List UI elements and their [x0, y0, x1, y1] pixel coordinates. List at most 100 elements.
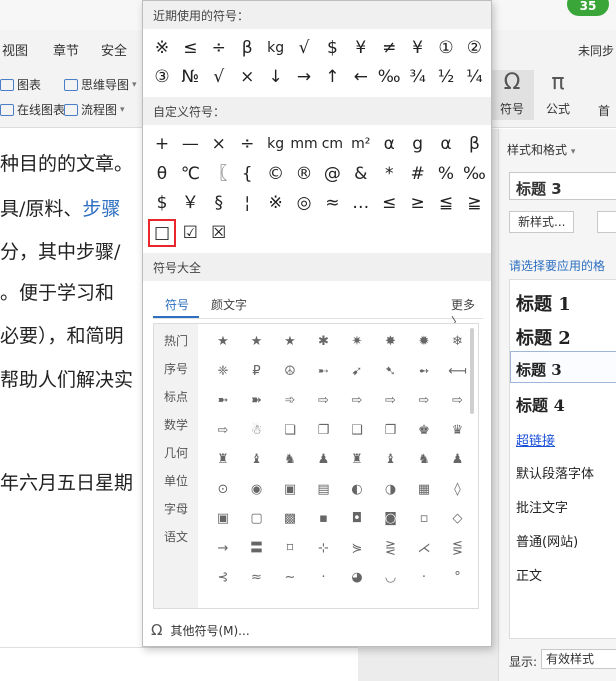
- library-symbol-r7-c5[interactable]: ⋛: [376, 538, 406, 560]
- custom-symbol-r1-c9[interactable]: #: [404, 160, 432, 188]
- custom-symbol-r0-c8[interactable]: α: [375, 130, 403, 158]
- recent-symbol-r1-c11[interactable]: ¼: [460, 63, 488, 91]
- recent-symbol-r0-c8[interactable]: ≠: [375, 34, 403, 62]
- library-symbol-r5-c1[interactable]: ◉: [242, 479, 272, 501]
- library-symbol-r5-c6[interactable]: ▦: [409, 479, 439, 501]
- formula-button[interactable]: π 公式: [536, 70, 580, 120]
- symbol-button[interactable]: Ω 符号: [490, 70, 534, 120]
- library-symbol-r6-c3[interactable]: ▪: [309, 508, 339, 530]
- recent-symbol-r0-c4[interactable]: kg: [262, 34, 290, 62]
- library-category-2[interactable]: 标点: [154, 388, 198, 405]
- recent-symbol-r1-c10[interactable]: ½: [432, 63, 460, 91]
- custom-symbol-r2-c7[interactable]: …: [347, 189, 375, 217]
- style-item-default-font[interactable]: 默认段落字体: [516, 463, 594, 482]
- library-symbol-r7-c0[interactable]: →: [208, 538, 238, 560]
- custom-symbol-r2-c9[interactable]: ≥: [404, 189, 432, 217]
- custom-symbol-r0-c3[interactable]: ÷: [233, 130, 261, 158]
- recent-symbol-r1-c8[interactable]: ‰: [375, 63, 403, 91]
- tab-security[interactable]: 安全: [101, 40, 127, 59]
- library-symbol-r8-c1[interactable]: ≈: [242, 567, 272, 589]
- recent-symbol-r1-c1[interactable]: №: [176, 63, 204, 91]
- tab-emoticons[interactable]: 颜文字: [211, 296, 247, 313]
- library-symbol-r3-c6[interactable]: ♚: [409, 420, 439, 442]
- library-symbol-r2-c3[interactable]: ⇨: [309, 390, 339, 412]
- library-symbol-r7-c4[interactable]: ⋟: [342, 538, 372, 560]
- library-symbol-r3-c0[interactable]: ⇨: [208, 420, 238, 442]
- doc-link[interactable]: 步骤: [82, 198, 120, 220]
- library-category-5[interactable]: 单位: [154, 472, 198, 489]
- library-symbol-r7-c1[interactable]: 〓: [242, 538, 272, 560]
- library-symbol-r8-c0[interactable]: ⊰: [208, 567, 238, 589]
- library-symbol-r8-c7[interactable]: °: [443, 567, 473, 589]
- library-symbol-r8-c5[interactable]: ◡: [376, 567, 406, 589]
- library-symbol-r2-c6[interactable]: ⇨: [409, 390, 439, 412]
- custom-symbol-r1-c7[interactable]: &: [347, 160, 375, 188]
- library-symbol-r5-c7[interactable]: ◊: [443, 479, 473, 501]
- style-item-body[interactable]: 正文: [516, 565, 542, 584]
- library-symbol-r5-c4[interactable]: ◐: [342, 479, 372, 501]
- custom-symbol-r0-c4[interactable]: kg: [262, 130, 290, 158]
- style-item-heading-4[interactable]: 标题 4: [516, 392, 565, 416]
- library-symbol-r2-c7[interactable]: ⇨: [443, 390, 473, 412]
- library-symbol-r0-c4[interactable]: ✷: [342, 331, 372, 353]
- custom-symbol-r2-c4[interactable]: ※: [262, 189, 290, 217]
- style-item-normal-web[interactable]: 普通(网站): [516, 531, 578, 550]
- custom-symbol-r1-c6[interactable]: @: [318, 160, 346, 188]
- recent-symbol-r0-c1[interactable]: ≤: [176, 34, 204, 62]
- library-category-7[interactable]: 语文: [154, 528, 198, 545]
- custom-symbol-r1-c0[interactable]: θ: [148, 160, 176, 188]
- library-symbol-r1-c0[interactable]: ❈: [208, 361, 238, 383]
- other-symbols-button[interactable]: Ω 其他符号(M)...: [151, 621, 250, 639]
- recent-symbol-r1-c0[interactable]: ③: [148, 63, 176, 91]
- recent-symbol-r1-c4[interactable]: ↓: [262, 63, 290, 91]
- library-symbol-r3-c5[interactable]: ❒: [376, 420, 406, 442]
- library-symbol-r1-c5[interactable]: ➷: [376, 361, 406, 383]
- library-symbol-r5-c2[interactable]: ▣: [275, 479, 305, 501]
- selected-symbol-checkbox-empty[interactable]: □: [148, 218, 176, 247]
- library-symbol-r4-c0[interactable]: ♜: [208, 449, 238, 471]
- library-symbol-r3-c4[interactable]: ❑: [342, 420, 372, 442]
- library-symbol-r1-c6[interactable]: ➻: [409, 361, 439, 383]
- custom-symbol-r0-c0[interactable]: +: [148, 130, 176, 158]
- library-category-1[interactable]: 序号: [154, 360, 198, 377]
- library-symbol-r4-c5[interactable]: ♝: [376, 449, 406, 471]
- library-symbol-r7-c6[interactable]: ⋌: [409, 538, 439, 560]
- new-style-button[interactable]: 新样式...: [509, 211, 575, 233]
- recent-symbol-r0-c0[interactable]: ※: [148, 34, 176, 62]
- chart-button[interactable]: 图表: [0, 76, 41, 93]
- library-symbol-r1-c4[interactable]: ➹: [342, 361, 372, 383]
- library-symbol-r6-c1[interactable]: ▢: [242, 508, 272, 530]
- custom-symbol-r1-c1[interactable]: ℃: [176, 160, 204, 188]
- library-symbol-r1-c1[interactable]: ₽: [242, 361, 272, 383]
- custom-symbol-r3-c1[interactable]: ☑: [176, 219, 204, 247]
- custom-symbol-r0-c5[interactable]: mm: [290, 130, 318, 158]
- custom-symbol-r2-c10[interactable]: ≦: [432, 189, 460, 217]
- chevron-down-icon[interactable]: ▾: [571, 147, 576, 157]
- library-symbol-r7-c3[interactable]: ⊹: [309, 538, 339, 560]
- library-symbol-r4-c6[interactable]: ♞: [409, 449, 439, 471]
- library-symbol-r4-c7[interactable]: ♟: [443, 449, 473, 471]
- style-item-heading-2[interactable]: 标题 2: [516, 324, 571, 350]
- custom-symbol-r2-c5[interactable]: ◎: [290, 189, 318, 217]
- library-symbol-r3-c1[interactable]: ☃: [242, 420, 272, 442]
- library-symbol-r5-c5[interactable]: ◑: [376, 479, 406, 501]
- library-category-0[interactable]: 热门: [154, 332, 198, 349]
- flowchart-button[interactable]: 流程图 ▾: [64, 101, 125, 118]
- library-symbol-r3-c3[interactable]: ❐: [309, 420, 339, 442]
- library-category-4[interactable]: 几何: [154, 444, 198, 461]
- custom-symbol-r1-c10[interactable]: %: [432, 160, 460, 188]
- library-symbol-r4-c4[interactable]: ♜: [342, 449, 372, 471]
- custom-symbol-r1-c2[interactable]: 〖: [205, 160, 233, 188]
- library-symbol-r4-c3[interactable]: ♟: [309, 449, 339, 471]
- custom-symbol-r1-c8[interactable]: *: [375, 160, 403, 188]
- recent-symbol-r0-c10[interactable]: ①: [432, 34, 460, 62]
- recent-symbol-r1-c5[interactable]: →: [290, 63, 318, 91]
- library-symbol-r0-c6[interactable]: ✹: [409, 331, 439, 353]
- style-item-hyperlink[interactable]: 超链接: [516, 430, 555, 449]
- library-symbol-r3-c2[interactable]: ❏: [275, 420, 305, 442]
- style-item-comment-text[interactable]: 批注文字: [516, 497, 568, 516]
- library-symbol-r7-c2[interactable]: ⌑: [275, 538, 305, 560]
- recent-symbol-r0-c9[interactable]: ¥: [404, 34, 432, 62]
- library-symbol-r1-c3[interactable]: ➸: [309, 361, 339, 383]
- recent-symbol-r0-c5[interactable]: √: [290, 34, 318, 62]
